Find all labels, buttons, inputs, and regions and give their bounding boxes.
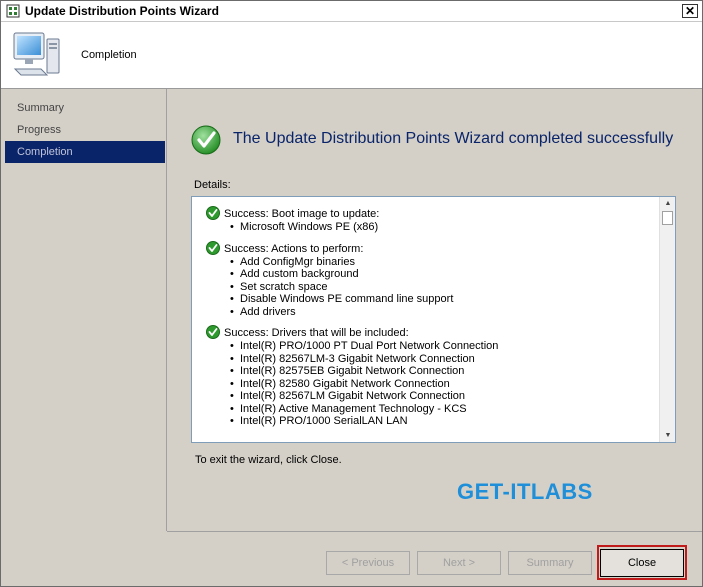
success-small-icon xyxy=(206,206,220,220)
summary-button[interactable]: Summary xyxy=(508,551,592,575)
details-section: Success: Boot image to update: Microsoft… xyxy=(206,206,659,234)
scroll-up-arrow-icon[interactable]: ▲ xyxy=(660,197,675,210)
list-item: Disable Windows PE command line support xyxy=(230,293,659,306)
list-item: Add custom background xyxy=(230,268,659,281)
success-small-icon xyxy=(206,240,220,255)
list-item: Add drivers xyxy=(230,306,659,319)
wizard-header: Completion xyxy=(1,22,702,89)
next-button[interactable]: Next > xyxy=(417,551,501,575)
list-item: Intel(R) 82575EB Gigabit Network Connect… xyxy=(230,365,659,378)
watermark-logo: GET-ITLABS xyxy=(457,479,593,504)
section-heading-text: Success: Boot image to update: xyxy=(224,208,380,220)
details-section-heading: Success: Actions to perform: xyxy=(206,240,659,256)
page-title: Completion xyxy=(81,49,137,61)
bullet-list: Intel(R) PRO/1000 PT Dual Port Network C… xyxy=(206,340,659,428)
list-item: Intel(R) 82580 Gigabit Network Connectio… xyxy=(230,378,659,391)
success-small-icon xyxy=(206,325,220,339)
list-item: Add ConfigMgr binaries xyxy=(230,256,659,269)
details-section-heading: Success: Boot image to update: xyxy=(206,206,659,221)
window-title: Update Distribution Points Wizard xyxy=(25,4,219,18)
wizard-window: Update Distribution Points Wizard ✕ Comp… xyxy=(0,0,703,587)
exit-instruction: To exit the wizard, click Close. xyxy=(195,454,342,466)
list-item: Intel(R) PRO/1000 SerialLAN LAN xyxy=(230,415,659,428)
scrollbar-thumb[interactable] xyxy=(662,211,673,225)
footer-divider xyxy=(167,531,702,532)
scroll-down-arrow-icon[interactable]: ▼ xyxy=(660,429,675,442)
details-list: Success: Boot image to update: Microsoft… xyxy=(192,197,659,442)
wizard-app-icon xyxy=(6,4,20,18)
nav-item-summary[interactable]: Summary xyxy=(5,97,165,119)
wizard-nav: Summary Progress Completion xyxy=(5,97,165,527)
close-button[interactable]: Close xyxy=(600,549,684,577)
window-close-button[interactable]: ✕ xyxy=(682,4,698,18)
section-heading-text: Success: Actions to perform: xyxy=(224,242,364,255)
previous-button[interactable]: < Previous xyxy=(326,551,410,575)
details-section: Success: Drivers that will be included: … xyxy=(206,325,659,428)
details-section-heading: Success: Drivers that will be included: xyxy=(206,325,659,340)
close-icon: ✕ xyxy=(684,4,696,18)
details-section: Success: Actions to perform: Add ConfigM… xyxy=(206,240,659,319)
list-item: Intel(R) 82567LM-3 Gigabit Network Conne… xyxy=(230,353,659,366)
list-item: Set scratch space xyxy=(230,281,659,294)
list-item: Intel(R) PRO/1000 PT Dual Port Network C… xyxy=(230,340,659,353)
nav-item-completion[interactable]: Completion xyxy=(5,141,165,163)
bullet-list: Add ConfigMgr binaries Add custom backgr… xyxy=(206,256,659,319)
wizard-content: The Update Distribution Points Wizard co… xyxy=(167,89,702,531)
nav-item-progress[interactable]: Progress xyxy=(5,119,165,141)
bullet-list: Microsoft Windows PE (x86) xyxy=(206,221,659,234)
list-item: Intel(R) 82567LM Gigabit Network Connect… xyxy=(230,390,659,403)
details-scrollbar[interactable]: ▲ ▼ xyxy=(659,197,675,442)
success-title: The Update Distribution Points Wizard co… xyxy=(233,130,674,147)
list-item: Microsoft Windows PE (x86) xyxy=(230,221,659,234)
success-check-icon xyxy=(191,125,221,155)
list-item: Intel(R) Active Management Technology - … xyxy=(230,403,659,416)
details-box[interactable]: Success: Boot image to update: Microsoft… xyxy=(191,196,676,443)
computer-icon xyxy=(13,32,60,76)
details-label: Details: xyxy=(194,179,231,191)
section-heading-text: Success: Drivers that will be included: xyxy=(224,327,409,339)
title-bar: Update Distribution Points Wizard ✕ xyxy=(1,1,702,22)
